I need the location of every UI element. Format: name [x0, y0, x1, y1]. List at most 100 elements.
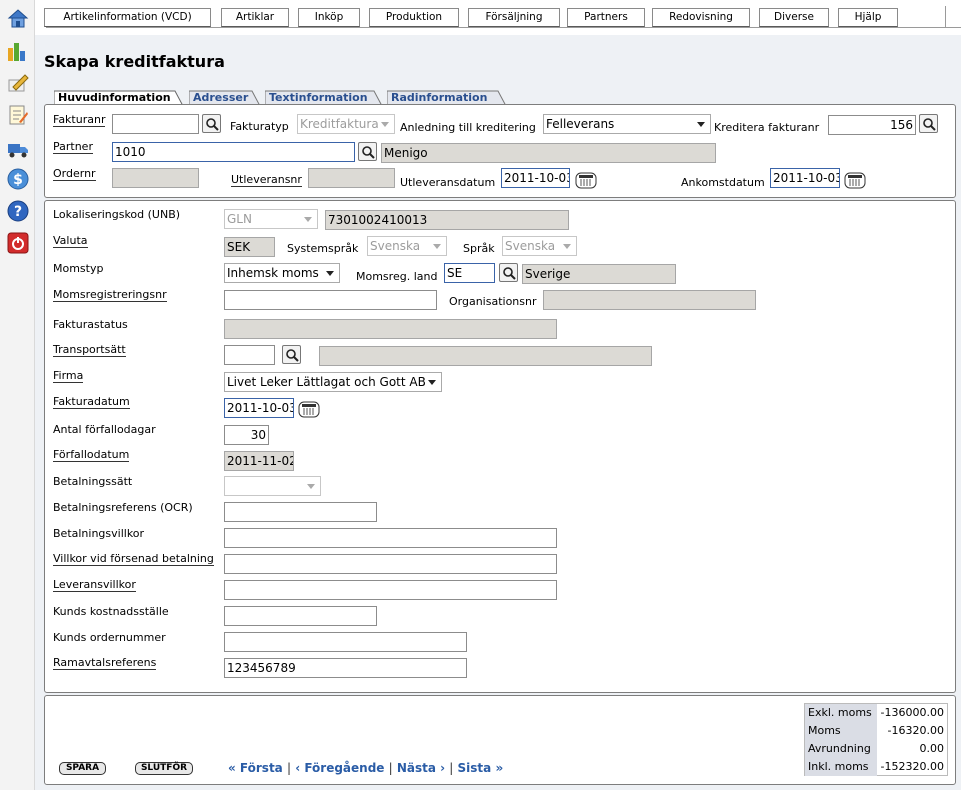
fakturatyp-label: Fakturatyp	[230, 120, 289, 133]
partner-input[interactable]: 1010	[112, 142, 355, 162]
firma-label: Firma	[53, 369, 84, 383]
home-icon[interactable]	[7, 7, 29, 29]
totals-row: Moms -16320.00	[805, 722, 947, 740]
svg-text:$: $	[13, 172, 23, 188]
dollar-icon[interactable]: $	[7, 168, 29, 190]
pager-separator: |	[449, 761, 454, 775]
truck-icon[interactable]	[7, 138, 29, 160]
systemsprak-select[interactable]: Svenska	[367, 236, 447, 256]
previous-page-link[interactable]: ‹ Föregående	[295, 761, 384, 775]
momstyp-select[interactable]: Inhemsk moms	[224, 263, 340, 283]
pager-separator: |	[388, 761, 393, 775]
last-page-link[interactable]: Sista »	[458, 761, 504, 775]
menu-produktion[interactable]: Produktion	[369, 8, 459, 27]
systemsprak-label: Systemspråk	[287, 242, 359, 255]
forfallodatum-label: Förfallodatum	[53, 448, 130, 462]
pagination: « Första | ‹ Föregående | Nästa › | Sist…	[228, 761, 503, 775]
partner-label: Partner	[53, 140, 93, 154]
ramavtal-input[interactable]: 123456789	[224, 658, 467, 678]
transportsatt-input[interactable]	[224, 345, 275, 365]
firma-select[interactable]: Livet Leker Lättlagat och Gott AB	[224, 372, 442, 392]
valuta-label: Valuta	[53, 234, 88, 248]
menu-partners[interactable]: Partners	[567, 8, 645, 27]
power-icon[interactable]	[7, 232, 29, 254]
lokalisering-type-value: GLN	[227, 212, 252, 226]
ordernr-field	[112, 168, 199, 188]
villkor-forsenad-label: Villkor vid försenad betalning	[53, 552, 214, 566]
fakturatyp-value: Kreditfaktura	[300, 117, 379, 131]
fakturatyp-select[interactable]: Kreditfaktura	[297, 114, 395, 134]
momstyp-label: Momstyp	[53, 262, 104, 275]
top-menu-bar: Artikelinformation (VCD) Artiklar Inköp …	[35, 0, 961, 35]
save-button[interactable]: SPARA	[59, 762, 106, 775]
lokalisering-field: 7301002410013	[325, 210, 569, 230]
villkor-forsenad-input[interactable]	[224, 554, 557, 574]
finish-button[interactable]: SLUTFÖR	[135, 762, 193, 775]
search-icon	[503, 267, 516, 280]
tab-label: Radinformation	[391, 91, 488, 104]
betalningsvillkor-label: Betalningsvillkor	[53, 527, 145, 540]
totals-table: Exkl. moms -136000.00 Moms -16320.00 Avr…	[804, 703, 948, 776]
kreditera-label: Kreditera fakturanr	[714, 121, 820, 134]
chevron-down-icon	[304, 217, 312, 222]
forfallodagar-input[interactable]: 30	[224, 425, 269, 445]
betalningsvillkor-input[interactable]	[224, 528, 557, 548]
kostnadsstalle-input[interactable]	[224, 606, 377, 626]
chart-icon[interactable]	[7, 40, 29, 62]
momsreg-land-search-button[interactable]	[499, 263, 518, 282]
search-icon	[362, 146, 375, 159]
utleveransdatum-input[interactable]: 2011-10-03	[501, 168, 570, 188]
totals-label: Inkl. moms	[805, 758, 877, 776]
kreditera-input[interactable]: 156	[828, 115, 916, 135]
menu-artiklar[interactable]: Artiklar	[221, 8, 289, 27]
systemsprak-value: Svenska	[370, 239, 421, 253]
fakturadatum-input[interactable]: 2011-10-03	[224, 398, 294, 418]
forfallodatum-field: 2011-11-02	[224, 451, 294, 471]
calendar-icon[interactable]	[844, 171, 866, 189]
utleveransnr-label: Utleveransnr	[231, 173, 302, 187]
menu-hjalp[interactable]: Hjälp	[838, 8, 898, 27]
forfallodagar-label: Antal förfallodagar	[53, 423, 156, 436]
fakturadatum-label: Fakturadatum	[53, 395, 130, 409]
search-icon	[206, 118, 219, 131]
kostnadsstalle-label: Kunds kostnadsställe	[53, 605, 169, 618]
totals-row: Inkl. moms -152320.00	[805, 758, 947, 776]
partner-name-field: Menigo	[381, 143, 716, 163]
betalningssatt-select[interactable]	[224, 476, 321, 496]
anledning-select[interactable]: Felleverans	[543, 114, 711, 134]
menu-diverse[interactable]: Diverse	[759, 8, 829, 27]
calendar-icon[interactable]	[575, 171, 597, 189]
menu-artikelinformation[interactable]: Artikelinformation (VCD)	[44, 8, 211, 27]
momsregnr-label: Momsregistreringsnr	[53, 288, 167, 302]
fakturanr-label: Fakturanr	[53, 113, 106, 127]
menu-inkop[interactable]: Inköp	[298, 8, 360, 27]
menu-forsaljning[interactable]: Försäljning	[468, 8, 560, 27]
partner-search-button[interactable]	[358, 142, 377, 161]
kundordernr-input[interactable]	[224, 632, 467, 652]
sidebar: $ ?	[0, 0, 35, 790]
fakturanr-search-button[interactable]	[202, 114, 221, 133]
notepad-icon[interactable]	[7, 104, 29, 126]
menu-redovisning[interactable]: Redovisning	[652, 8, 750, 27]
first-page-link[interactable]: « Första	[228, 761, 283, 775]
transportsatt-search-button[interactable]	[282, 345, 301, 364]
kreditera-search-button[interactable]	[919, 114, 938, 133]
edit-icon[interactable]	[7, 72, 29, 94]
ankomstdatum-label: Ankomstdatum	[681, 176, 765, 189]
fakturastatus-label: Fakturastatus	[53, 318, 128, 331]
momsreg-land-input[interactable]: SE	[444, 263, 495, 283]
sprak-select[interactable]: Svenska	[502, 236, 577, 256]
lokalisering-label: Lokaliseringskod (UNB)	[53, 208, 181, 221]
tab-label: Textinformation	[269, 91, 368, 104]
fakturanr-input[interactable]	[112, 114, 199, 134]
tab-label: Huvudinformation	[58, 91, 171, 104]
calendar-icon[interactable]	[298, 400, 320, 418]
betalningsreferens-input[interactable]	[224, 502, 377, 522]
leveransvillkor-input[interactable]	[224, 580, 557, 600]
kundordernr-label: Kunds ordernummer	[53, 631, 166, 644]
lokalisering-type-select[interactable]: GLN	[224, 209, 318, 229]
ankomstdatum-input[interactable]: 2011-10-03	[770, 168, 840, 188]
momsregnr-input[interactable]	[224, 290, 437, 310]
help-icon[interactable]: ?	[7, 200, 29, 222]
next-page-link[interactable]: Nästa ›	[397, 761, 445, 775]
